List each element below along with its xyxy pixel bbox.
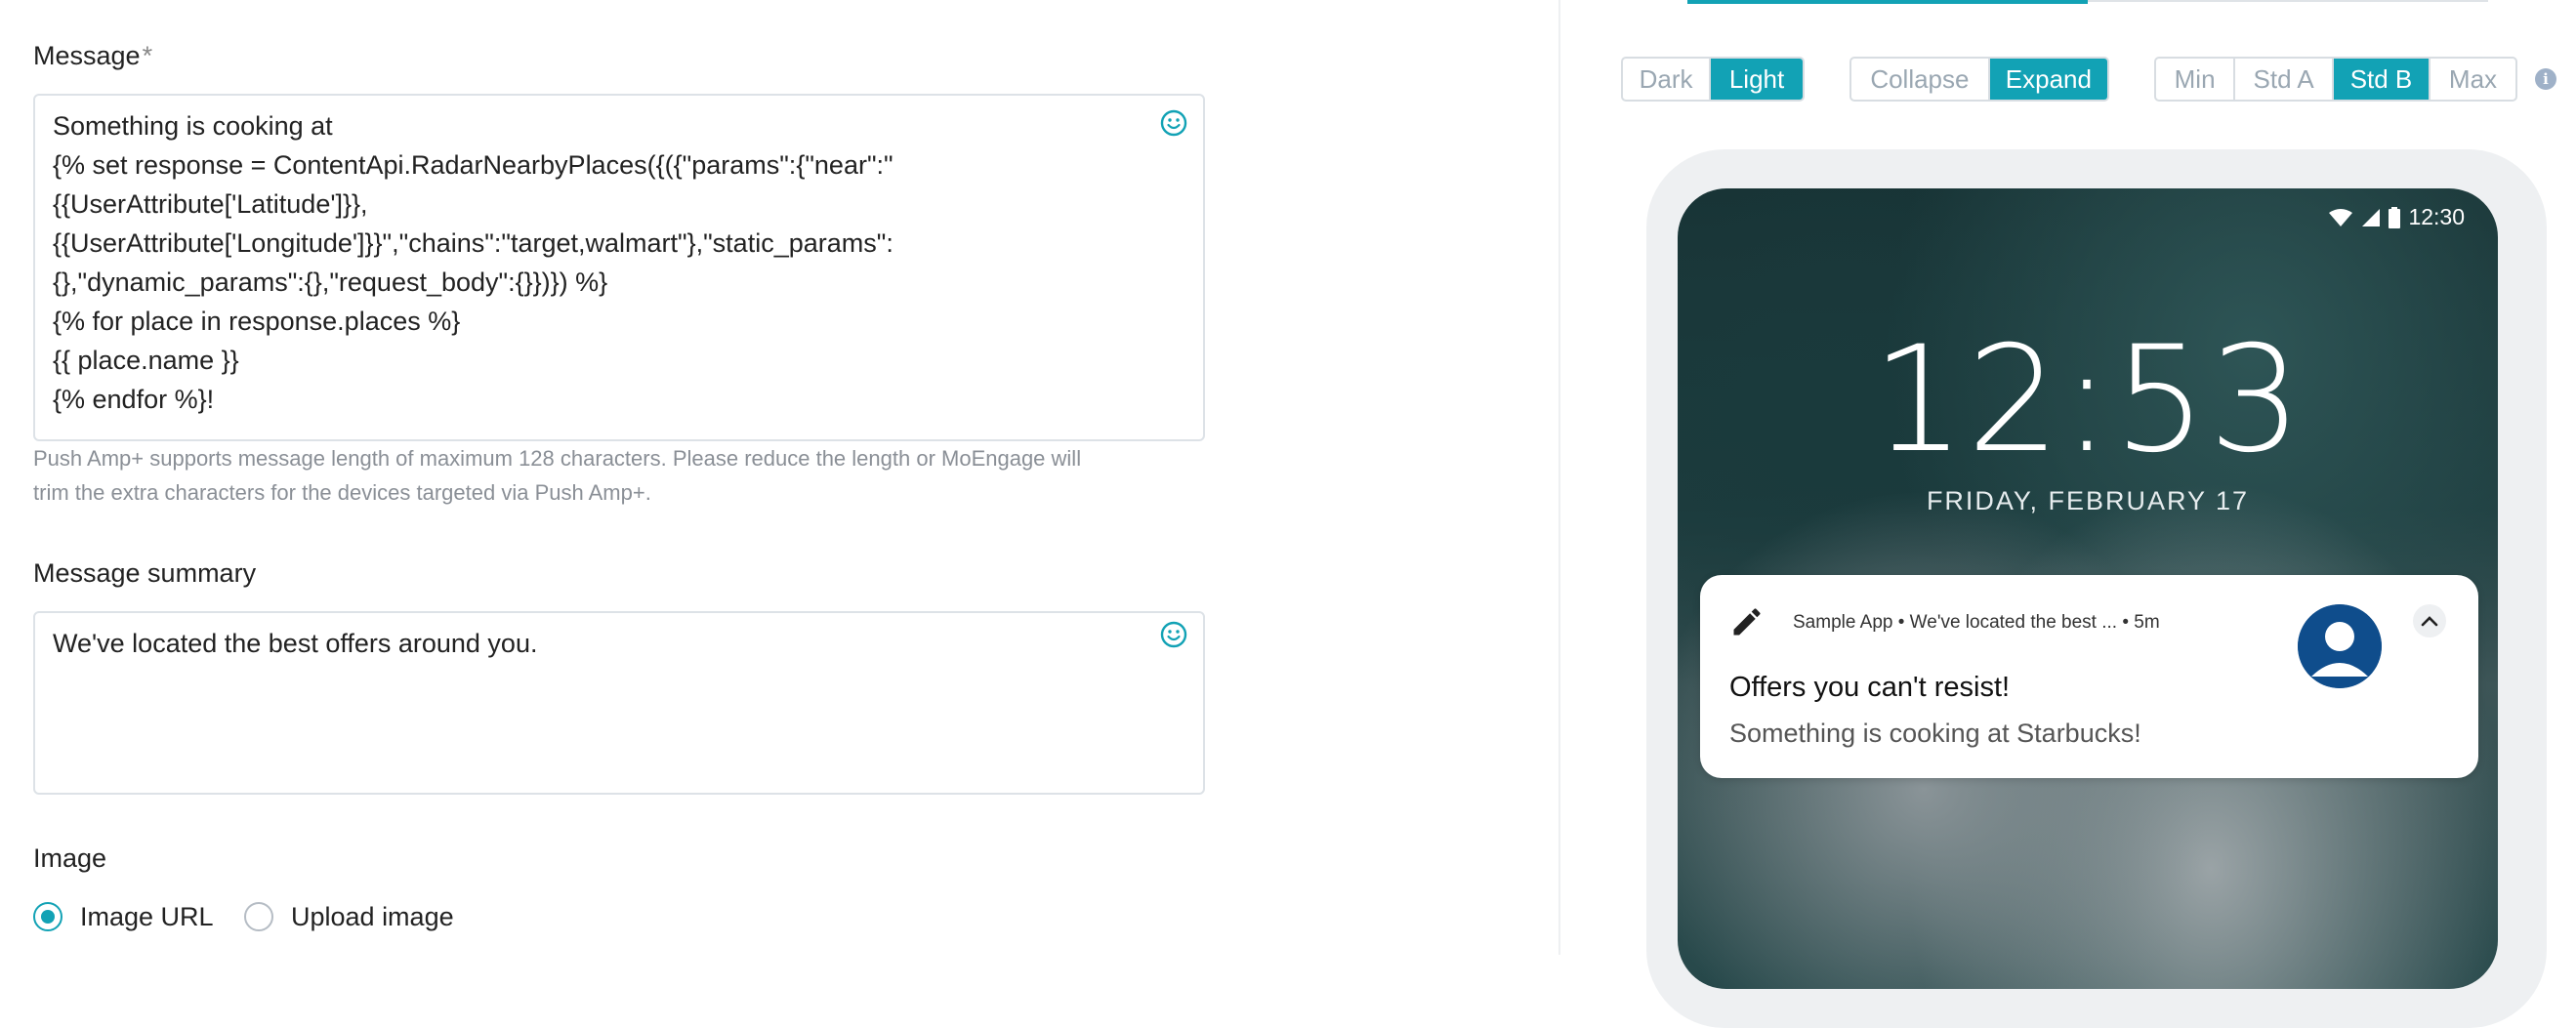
message-hint-line: trim the extra characters for the device…	[33, 480, 651, 505]
size-std-b-button[interactable]: Std B	[2334, 59, 2431, 100]
emoji-picker-icon[interactable]	[1160, 109, 1187, 137]
preview-tab-active-indicator	[1687, 0, 2088, 4]
summary-value: We've located the best offers around you…	[53, 629, 538, 658]
layout-expand-button[interactable]: Expand	[1989, 59, 2107, 100]
message-line: {{UserAttribute['Latitude']}},	[53, 189, 368, 219]
summary-label: Message summary	[33, 558, 257, 588]
message-hint: Push Amp+ supports message length of max…	[33, 441, 1205, 510]
layout-toggle: Collapse Expand	[1849, 57, 2109, 102]
layout-collapse-button[interactable]: Collapse	[1851, 59, 1990, 100]
size-max-button[interactable]: Max	[2431, 59, 2515, 100]
signal-icon	[2362, 208, 2381, 226]
notification-title: Offers you can't resist!	[1729, 672, 2011, 703]
campaign-form: Message* Something is cooking at {% set …	[0, 0, 1558, 955]
battery-icon	[2389, 206, 2401, 228]
lockscreen-date: FRIDAY, FEBRUARY 17	[1926, 486, 2250, 515]
preview-tab-inactive-indicator	[2088, 0, 2488, 2]
preview-pane: Dark Light Collapse Expand Min Std A Std…	[1560, 0, 2576, 1028]
message-line: {},"dynamic_params":{},"request_body":{}…	[53, 267, 608, 297]
theme-light-button[interactable]: Light	[1711, 59, 1803, 100]
status-time: 12:30	[2408, 204, 2465, 229]
avatar-icon	[2298, 604, 2382, 688]
message-line: {% for place in response.places %}	[53, 307, 461, 336]
lockscreen-clock: 12:53	[1871, 315, 2305, 485]
size-min-button[interactable]: Min	[2156, 59, 2236, 100]
message-line: {% endfor %}!	[53, 385, 215, 414]
theme-toggle: Dark Light	[1621, 57, 1805, 102]
size-toggle: Min Std A Std B Max	[2154, 57, 2517, 102]
size-std-a-button[interactable]: Std A	[2235, 59, 2335, 100]
push-notification-preview: Sample App • We've located the best ... …	[1700, 575, 2478, 778]
notification-body: Something is cooking at Starbucks!	[1729, 719, 2141, 748]
message-label: Message*	[33, 41, 153, 70]
image-label: Image	[33, 843, 107, 873]
summary-input[interactable]: We've located the best offers around you…	[33, 611, 1205, 795]
emoji-picker-icon[interactable]	[1160, 621, 1187, 648]
message-hint-line: Push Amp+ supports message length of max…	[33, 446, 1082, 471]
message-line: Something is cooking at	[53, 111, 333, 141]
message-line: {{ place.name }}	[53, 346, 239, 375]
upload-image-label[interactable]: Upload image	[291, 902, 454, 932]
chevron-up-icon[interactable]	[2413, 604, 2446, 637]
message-line: {% set response = ContentApi.RadarNearby…	[53, 150, 893, 180]
message-input[interactable]: Something is cooking at {% set response …	[33, 94, 1205, 441]
image-url-label[interactable]: Image URL	[80, 902, 214, 932]
theme-dark-button[interactable]: Dark	[1623, 59, 1712, 100]
notification-meta: Sample App • We've located the best ... …	[1793, 612, 2160, 633]
pencil-icon	[1733, 608, 1761, 636]
status-bar: 12:30	[2328, 204, 2465, 230]
image-url-radio[interactable]	[33, 902, 62, 931]
upload-image-radio[interactable]	[244, 902, 273, 931]
info-icon[interactable]: i	[2535, 68, 2556, 90]
required-marker: *	[142, 41, 153, 70]
message-line: {{UserAttribute['Longitude']}}","chains"…	[53, 228, 893, 258]
wifi-icon	[2329, 208, 2353, 226]
